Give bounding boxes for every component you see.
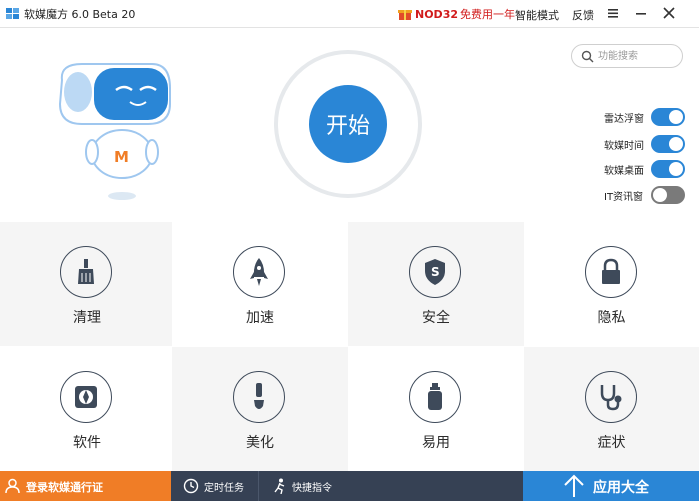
start-button[interactable]: 开始 bbox=[309, 85, 387, 163]
toggle-knob bbox=[653, 188, 667, 202]
menu-icon[interactable] bbox=[604, 4, 622, 22]
toggle-knob bbox=[669, 110, 683, 124]
user-icon bbox=[5, 478, 20, 494]
tile-usability[interactable]: 易用 bbox=[348, 347, 524, 471]
quick-command-label: 快捷指令 bbox=[292, 483, 332, 494]
clock-icon bbox=[183, 478, 199, 494]
app-logo-icon bbox=[6, 8, 19, 19]
tile-label: 加速 bbox=[246, 310, 274, 326]
broom-icon bbox=[60, 246, 112, 298]
tile-clean[interactable]: 清理 bbox=[0, 222, 172, 346]
tile-label: 症状 bbox=[597, 435, 626, 451]
it-news-toggle[interactable] bbox=[651, 186, 685, 204]
tile-symptoms[interactable]: 症状 bbox=[524, 347, 699, 471]
tile-label: 安全 bbox=[422, 310, 450, 326]
tile-label: 易用 bbox=[422, 435, 450, 451]
toggle-knob bbox=[669, 162, 683, 176]
function-search[interactable] bbox=[571, 44, 683, 68]
close-icon[interactable] bbox=[660, 4, 678, 22]
toggle-label: 软媒时间 bbox=[604, 141, 644, 152]
promo-text: 免费用一年 bbox=[460, 8, 515, 21]
aperture-icon bbox=[60, 371, 112, 423]
rocket-icon bbox=[233, 246, 285, 298]
nod32-promo-link[interactable]: NOD32 免费用一年 bbox=[398, 5, 515, 23]
running-icon bbox=[274, 478, 285, 494]
gift-icon bbox=[398, 10, 412, 20]
login-button[interactable]: 登录软媒通行证 bbox=[0, 471, 171, 501]
tile-software[interactable]: 软件 bbox=[0, 347, 172, 471]
toggle-knob bbox=[669, 137, 683, 151]
toggle-row-time: 软媒时间 bbox=[576, 134, 686, 154]
toggle-row-radar: 雷达浮窗 bbox=[576, 107, 686, 127]
scheduled-task-button[interactable]: 定时任务 bbox=[171, 471, 258, 501]
bottom-bar: 登录软媒通行证 定时任务 快捷指令 应用大全 bbox=[0, 471, 699, 501]
tile-label: 隐私 bbox=[597, 310, 626, 326]
svg-text:M: M bbox=[114, 148, 129, 166]
mascot-robot-icon: M bbox=[58, 63, 171, 200]
bottom-tools: 定时任务 快捷指令 bbox=[171, 471, 523, 501]
bottle-icon bbox=[409, 371, 461, 423]
stethoscope-icon bbox=[585, 371, 637, 423]
radar-float-toggle[interactable] bbox=[651, 108, 685, 126]
lock-icon bbox=[585, 246, 637, 298]
tile-speedup[interactable]: 加速 bbox=[172, 222, 348, 346]
shield-icon: S bbox=[409, 246, 461, 298]
ruanmei-time-toggle[interactable] bbox=[651, 135, 685, 153]
app-title: 软媒魔方 6.0 Beta 20 bbox=[24, 8, 136, 21]
title-bar: 软媒魔方 6.0 Beta 20 NOD32 免费用一年 智能模式 反馈 bbox=[0, 0, 699, 28]
promo-brand: NOD32 bbox=[415, 7, 458, 21]
tile-label: 美化 bbox=[246, 435, 274, 451]
tile-label: 清理 bbox=[73, 310, 101, 326]
ruanmei-desktop-toggle[interactable] bbox=[651, 160, 685, 178]
app-store-button[interactable]: 应用大全 bbox=[523, 471, 699, 501]
smart-mode-button[interactable]: 智能模式 bbox=[515, 7, 559, 23]
brush-icon bbox=[233, 371, 285, 423]
search-icon bbox=[581, 50, 594, 63]
app-store-label: 应用大全 bbox=[593, 480, 649, 496]
tile-beautify[interactable]: 美化 bbox=[172, 347, 348, 471]
login-label: 登录软媒通行证 bbox=[26, 481, 103, 494]
search-input[interactable] bbox=[598, 48, 676, 64]
toggle-row-it-news: IT资讯窗 bbox=[576, 185, 686, 205]
tile-privacy[interactable]: 隐私 bbox=[524, 222, 699, 346]
tile-security[interactable]: S 安全 bbox=[348, 222, 524, 346]
toggle-label: 软媒桌面 bbox=[604, 166, 644, 177]
toggle-label: 雷达浮窗 bbox=[604, 114, 644, 125]
toggle-row-desktop: 软媒桌面 bbox=[576, 159, 686, 179]
toggle-label: IT资讯窗 bbox=[604, 192, 644, 203]
tile-label: 软件 bbox=[73, 435, 101, 451]
svg-text:S: S bbox=[431, 265, 440, 279]
feature-grid: 清理 加速 S 安全 隐私 软件 美化 易用 症状 bbox=[0, 222, 699, 471]
start-label: 开始 bbox=[325, 114, 370, 139]
minimize-icon[interactable] bbox=[632, 4, 650, 22]
quick-command-button[interactable]: 快捷指令 bbox=[259, 471, 349, 501]
feedback-button[interactable]: 反馈 bbox=[572, 7, 594, 23]
arrow-up-icon bbox=[564, 474, 584, 497]
scheduled-task-label: 定时任务 bbox=[204, 483, 244, 494]
